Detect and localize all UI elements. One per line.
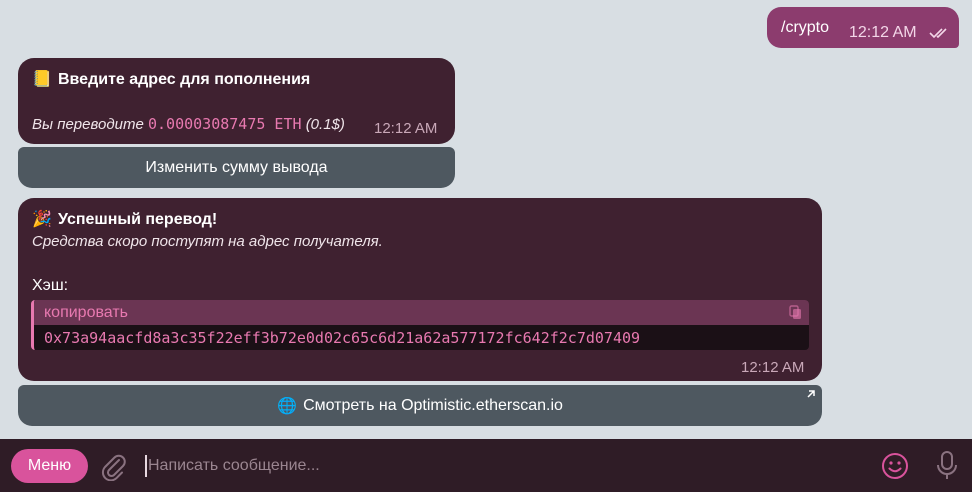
outgoing-text: /crypto (781, 19, 830, 36)
smile-icon[interactable] (880, 451, 910, 481)
message-input[interactable]: Написать сообщение... (148, 457, 320, 475)
button-label: Смотреть на Optimistic.etherscan.io (303, 396, 563, 414)
globe-emoji: 🌐 (277, 397, 298, 415)
double-check-icon (929, 28, 947, 39)
hash-code-block[interactable]: копировать 0x73a94aacfd8a3c35f22eff3b72e… (31, 300, 809, 350)
message-subtitle: Средства скоро поступят на адрес получат… (32, 233, 383, 250)
outgoing-time: 12:12 AM (849, 24, 917, 41)
message-time: 12:12 AM (741, 359, 805, 376)
message-title: Введите адрес для пополнения (58, 71, 311, 88)
outgoing-message[interactable]: /crypto 12:12 AM (767, 7, 959, 48)
transaction-hash[interactable]: 0x73a94aacfd8a3c35f22eff3b72e0d02c65c6d2… (44, 329, 640, 347)
change-amount-button[interactable]: Изменить сумму вывода (18, 147, 455, 188)
notebook-emoji: 📒 (32, 71, 52, 88)
text-caret (145, 455, 147, 477)
message-title: Успешный перевод! (58, 211, 218, 228)
message-input-bar: Меню Написать сообщение... (0, 439, 972, 492)
hash-label: Хэш: (32, 277, 69, 294)
menu-button[interactable]: Меню (11, 449, 88, 483)
microphone-icon[interactable] (934, 450, 960, 482)
transfer-usd: (0.1$) (305, 116, 345, 133)
code-block-header: копировать (34, 300, 809, 325)
transfer-prefix: Вы переводите (32, 116, 144, 133)
incoming-message-success: 🎉 Успешный перевод! Средства скоро поступ… (18, 198, 822, 381)
open-etherscan-button[interactable]: 🌐 Смотреть на Optimistic.etherscan.io (18, 385, 822, 426)
copy-icon[interactable] (789, 305, 803, 321)
incoming-message-deposit: 📒 Введите адрес для пополнения Вы перевод… (18, 58, 455, 144)
copy-label[interactable]: копировать (44, 304, 128, 322)
chat-area: /crypto 12:12 AM 📒 Введите адрес для попо… (0, 0, 972, 439)
transfer-amount[interactable]: 0.00003087475 ETH (148, 115, 302, 133)
external-link-icon (807, 390, 815, 398)
paperclip-icon[interactable] (100, 451, 128, 481)
message-time: 12:12 AM (374, 120, 438, 137)
party-emoji: 🎉 (32, 211, 52, 228)
